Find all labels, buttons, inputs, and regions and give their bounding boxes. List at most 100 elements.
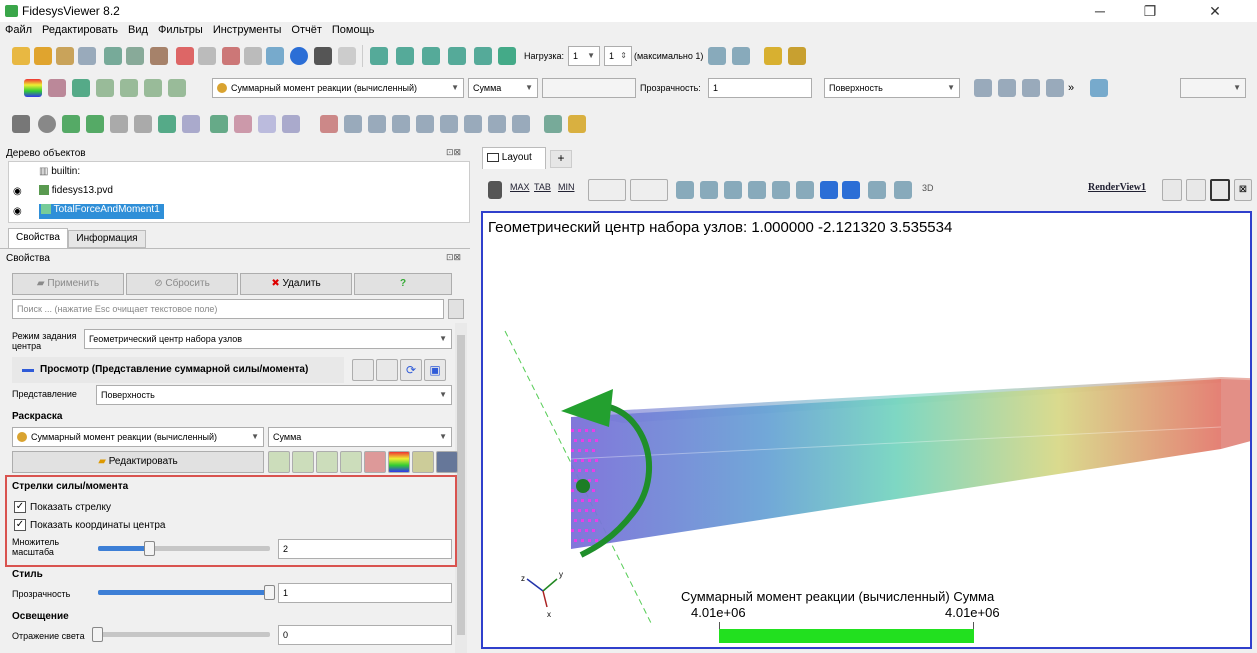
range-icon[interactable] — [96, 79, 114, 97]
stream-icon[interactable] — [182, 115, 200, 133]
pipeline-item-pvd[interactable]: fidesys13.pvd — [39, 185, 113, 196]
recent-icon[interactable] — [34, 47, 52, 65]
select-block-icon[interactable] — [772, 181, 790, 199]
pipeline-panel-controls[interactable]: ⊡⊠ — [446, 147, 461, 158]
select-query-icon[interactable] — [796, 181, 814, 199]
representation-combo[interactable]: Поверхность ▼ — [824, 78, 960, 98]
reset-button[interactable]: ⊘ Сбросить — [126, 273, 238, 295]
colorbar-edit-icon[interactable] — [412, 451, 434, 473]
help-button[interactable]: ? — [354, 273, 452, 295]
select-points-button[interactable] — [630, 179, 668, 201]
ruler-icon[interactable] — [338, 47, 356, 65]
play-icon[interactable] — [422, 47, 440, 65]
colormap-custom-icon[interactable] — [340, 451, 362, 473]
menu-filters[interactable]: Фильтры — [153, 22, 208, 36]
3d-icon[interactable] — [314, 47, 332, 65]
first-frame-icon[interactable] — [370, 47, 388, 65]
last-frame-icon[interactable] — [474, 47, 492, 65]
warp-icon[interactable] — [210, 115, 228, 133]
tab-layout[interactable]: Layout #1 ⊠ — [482, 147, 546, 183]
render-view-label[interactable]: RenderView1 — [1088, 182, 1146, 193]
info-icon[interactable] — [290, 47, 308, 65]
range-temporal-icon[interactable] — [168, 79, 186, 97]
grow-selection-icon[interactable] — [820, 181, 838, 199]
capture-icon[interactable] — [488, 181, 502, 199]
menu-edit[interactable]: Редактировать — [37, 22, 123, 36]
orientation-icon[interactable] — [1090, 79, 1108, 97]
menu-help[interactable]: Помощь — [327, 22, 380, 36]
extract-level-icon[interactable] — [258, 115, 276, 133]
glyph-icon[interactable] — [158, 115, 176, 133]
add-tab-button[interactable]: + — [550, 150, 572, 168]
connect-icon[interactable] — [78, 47, 96, 65]
colormap-temporal-icon[interactable] — [364, 451, 386, 473]
python-icon[interactable] — [282, 115, 300, 133]
close-button[interactable]: ✕ — [1195, 2, 1235, 20]
settings-icon[interactable] — [150, 47, 168, 65]
search-input[interactable]: Поиск ... (нажатие Esc очищает текстовое… — [12, 299, 444, 319]
fidesys-filter3-icon[interactable] — [368, 115, 386, 133]
pipeline-item-builtin[interactable]: ▥ builtin: — [39, 166, 80, 177]
gear-icon[interactable] — [448, 299, 464, 319]
threshold-icon[interactable] — [110, 115, 128, 133]
select-polygon-icon[interactable] — [748, 181, 766, 199]
maximize-button[interactable]: ❐ — [1130, 2, 1170, 20]
zoom-box-view-icon[interactable] — [1022, 79, 1040, 97]
annotation-icon[interactable] — [436, 451, 458, 473]
min-button[interactable]: MIN — [558, 182, 575, 192]
clear-selection-icon[interactable] — [894, 181, 912, 199]
color-array-combo[interactable]: Суммарный момент реакции (вычисленный) ▼ — [212, 78, 464, 98]
palette-icon[interactable] — [266, 47, 284, 65]
refresh-icon[interactable]: ⟳ — [400, 359, 422, 381]
undo-icon[interactable] — [176, 47, 194, 65]
next-frame-icon[interactable] — [448, 47, 466, 65]
rescale-icon[interactable] — [72, 79, 90, 97]
scrollbar-thumb[interactable] — [457, 335, 465, 635]
save-data-icon[interactable] — [56, 47, 74, 65]
representation-prop-combo[interactable]: Поверхность ▼ — [96, 385, 452, 405]
server-icon[interactable] — [126, 47, 144, 65]
edit-colormap-button[interactable]: ▰ Редактировать — [12, 451, 264, 473]
properties-panel-controls[interactable]: ⊡⊠ — [446, 252, 461, 263]
reset-camera-icon[interactable] — [974, 79, 992, 97]
step-spinbox[interactable]: 1 ⇕ — [604, 46, 632, 66]
range-visible-icon[interactable] — [120, 79, 138, 97]
extract-icon[interactable] — [134, 115, 152, 133]
select-frustum-icon[interactable] — [724, 181, 742, 199]
tab-button[interactable]: TAB — [534, 182, 551, 192]
pipeline-item-selected[interactable]: TotalForceAndMoment1 — [39, 204, 164, 219]
component-combo[interactable]: Сумма ▼ — [468, 78, 538, 98]
fidesys-filter1-icon[interactable] — [320, 115, 338, 133]
colormap-rescale-icon[interactable] — [268, 451, 290, 473]
colormap-visible-icon[interactable] — [316, 451, 338, 473]
paste-icon[interactable] — [376, 359, 398, 381]
max-button[interactable]: MAX — [510, 182, 530, 192]
fidesys-filter5-icon[interactable] — [416, 115, 434, 133]
show-center-checkbox[interactable]: ✓ — [14, 519, 26, 531]
collapse-icon[interactable] — [22, 369, 34, 372]
color-map-icon[interactable] — [24, 79, 42, 97]
plugin2-icon[interactable] — [788, 47, 806, 65]
menu-view[interactable]: Вид — [123, 22, 153, 36]
save-defaults-icon[interactable]: ▣ — [424, 359, 446, 381]
group-icon[interactable] — [234, 115, 252, 133]
slice-icon[interactable] — [86, 115, 104, 133]
open-icon[interactable] — [12, 47, 30, 65]
select-cells-button[interactable] — [588, 179, 626, 201]
calculator-icon[interactable] — [12, 115, 30, 133]
zoom-box-icon[interactable] — [732, 47, 750, 65]
colorbar-icon[interactable] — [388, 451, 410, 473]
fidesys-filter2-icon[interactable] — [344, 115, 362, 133]
force-moment-icon[interactable] — [544, 115, 562, 133]
tab-properties[interactable]: Свойства — [8, 228, 68, 248]
visibility-eye-icon[interactable]: ◉ — [13, 186, 22, 197]
menu-file[interactable]: Файл — [0, 22, 37, 36]
copy-icon[interactable] — [352, 359, 374, 381]
visibility-eye-icon[interactable]: ◉ — [13, 206, 22, 217]
range-custom-icon[interactable] — [144, 79, 162, 97]
fidesys-filter9-icon[interactable] — [512, 115, 530, 133]
redo-icon[interactable] — [198, 47, 216, 65]
zoom-data-icon[interactable] — [998, 79, 1016, 97]
load-combo[interactable]: 1 ▼ — [568, 46, 600, 66]
specular-slider-handle[interactable] — [92, 627, 103, 642]
